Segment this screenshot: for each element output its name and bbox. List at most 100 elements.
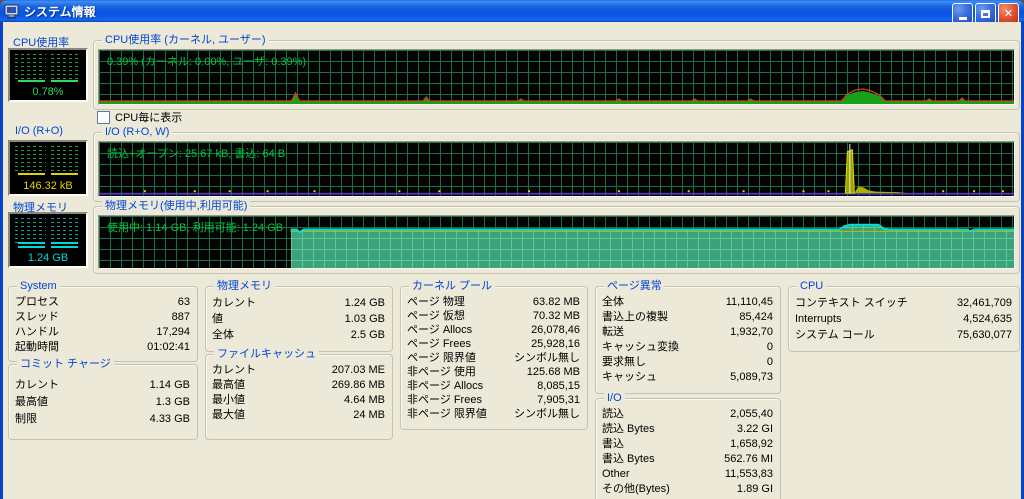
stat-row: 書込 Bytes 562.76 MI [602,452,773,467]
stat-row: 書込上の複製 85,424 [602,310,773,325]
io-stats-rows: 読込 2,055,40 読込 Bytes 3.22 GI 書込 1,658,92 書込 By… [602,407,773,497]
stat-row: 最大値 24 MB [212,408,385,423]
io-history-graph[interactable]: 読込+オープン: 25.67 kB, 書込: 64 B [98,141,1015,197]
system-group: System プロセス 63 スレッド 887 ハンドル 17,294 起動時間 01:02:… [8,280,198,362]
stat-label: 起動時間 [15,341,59,353]
memory-history-graph[interactable]: 使用中: 1.14 GB, 利用可能: 1.24 GB [98,215,1015,269]
stat-label: 全体 [602,296,624,308]
stat-row: 全体 11,110,45 [602,295,773,310]
cpu-graph-title: CPU使用率 (カーネル, ユーザー) [102,34,269,46]
stat-value: 562.76 MI [724,453,773,465]
stat-label: ページ 物理 [407,296,465,308]
io-stats-group: I/O 読込 2,055,40 読込 Bytes 3.22 GI 書込 1,658,92 書… [595,392,781,499]
io-gauge: 146.32 kB [8,140,88,196]
stat-label: 最高値 [15,396,48,408]
cpu-stats-group-title: CPU [797,280,827,292]
stat-row: コンテキスト スイッチ 32,461,709 [795,295,1012,311]
cpu-gauge-value: 0.78% [32,86,64,98]
stat-value: 1,658,92 [730,438,773,450]
show-per-cpu-row: CPU毎に表示 [97,109,182,125]
minimize-button[interactable] [952,3,973,24]
stat-row: 非ページ Frees 7,905,31 [407,393,580,407]
stat-value: 1.14 GB [149,379,190,391]
kernel-pool-rows: ページ 物理 63.82 MB ページ 仮想 70.32 MB ページ Allocs 26… [407,295,580,421]
stat-row: プロセス 63 [15,295,190,310]
stat-label: 転送 [602,326,624,338]
io-stats-group-title: I/O [604,392,625,404]
stat-row: キャッシュ 5,089,73 [602,370,773,385]
stat-label: 最大値 [212,409,245,421]
stat-value: 2,055,40 [730,408,773,420]
client-area: CPU使用率 0.78% CPU使用率 (カーネル, ユーザー) 0.39% (… [3,22,1021,499]
physical-memory-group-title: 物理メモリ [214,280,275,292]
stat-label: 最小値 [212,394,245,406]
stat-value: 01:02:41 [147,341,190,353]
stat-row: 最高値 269.86 MB [212,378,385,393]
stat-label: 非ページ 限界値 [407,408,487,420]
stat-row: Interrupts 4,524,635 [795,311,1012,327]
stat-label: 読込 [602,408,624,420]
memory-graph-title: 物理メモリ(使用中,利用可能) [102,200,251,212]
stat-label: 要求無し [602,356,646,368]
window-title: システム情報 [24,4,96,19]
system-rows: プロセス 63 スレッド 887 ハンドル 17,294 起動時間 01:02:41 [15,295,190,355]
stat-row: ページ Allocs 26,078,46 [407,323,580,337]
stat-row: 最高値 1.3 GB [15,394,190,411]
io-graph-overlay: 読込+オープン: 25.67 kB, 書込: 64 B [107,148,286,160]
memory-gauge-value: 1.24 GB [27,252,69,264]
stat-value: 1.03 GB [344,313,385,325]
stat-value: 8,085,15 [537,380,580,392]
stat-value: 1.24 GB [344,297,385,309]
io-graph-title: I/O (R+O, W) [102,126,173,138]
physical-memory-rows: カレント 1.24 GB 値 1.03 GB 全体 2.5 GB [212,295,385,343]
stat-row: キャッシュ変換 0 [602,340,773,355]
stat-label: 制限 [15,413,37,425]
stat-label: キャッシュ [602,371,657,383]
stat-row: ページ Frees 25,928,16 [407,337,580,351]
io-gauge-bar [18,173,78,175]
stat-value: 1,932,70 [730,326,773,338]
stat-label: ページ 限界値 [407,352,476,364]
cpu-stats-rows: コンテキスト スイッチ 32,461,709 Interrupts 4,524,635… [795,295,1012,343]
stat-row: 読込 Bytes 3.22 GI [602,422,773,437]
stat-row: 非ページ 限界値 シンボル無し [407,407,580,421]
stat-row: 読込 2,055,40 [602,407,773,422]
stat-row: 要求無し 0 [602,355,773,370]
maximize-button[interactable] [975,3,996,24]
cpu-history-graph[interactable]: 0.39% (カーネル: 0.00%, ユーザ: 0.39%) [98,49,1015,105]
commit-charge-rows: カレント 1.14 GB 最高値 1.3 GB 制限 4.33 GB [15,377,190,428]
close-button[interactable]: ✕ [998,3,1019,24]
page-faults-group-title: ページ異常 [604,280,665,292]
stat-value: 63 [177,296,190,308]
stat-label: 書込 [602,438,624,450]
stat-row: ページ 限界値 シンボル無し [407,351,580,365]
system-group-title: System [17,280,60,292]
stat-row: Other 11,553,83 [602,467,773,482]
stat-value: シンボル無し [514,408,580,420]
stat-row: システム コール 75,630,077 [795,327,1012,343]
cpu-graph-overlay: 0.39% (カーネル: 0.00%, ユーザ: 0.39%) [107,56,307,68]
stat-label: Other [602,468,630,480]
stat-label: ページ 仮想 [407,310,465,322]
stat-row: その他(Bytes) 1.89 GI [602,482,773,497]
commit-charge-group-title: コミット チャージ [17,358,114,370]
stat-row: 値 1.03 GB [212,311,385,327]
stat-value: 125.68 MB [526,366,580,378]
stat-value: 26,078,46 [531,324,580,336]
stat-label: カレント [212,364,256,376]
stat-value: 5,089,73 [730,371,773,383]
cpu-graph-box: CPU使用率 (カーネル, ユーザー) 0.39% (カーネル: 0.00%, … [93,34,1020,110]
stat-value: 70.32 MB [532,310,580,322]
stat-label: キャッシュ変換 [602,341,679,353]
stat-value: 75,630,077 [956,329,1012,341]
stat-label: ページ Allocs [407,324,473,336]
kernel-pool-group: カーネル プール ページ 物理 63.82 MB ページ 仮想 70.32 MB ページ… [400,280,588,430]
stat-row: 制限 4.33 GB [15,411,190,428]
stat-label: 書込 Bytes [602,453,655,465]
memory-graph-box: 物理メモリ(使用中,利用可能) 使用中: 1.14 GB, 利用可能: 1.24… [93,200,1020,274]
stat-value: 3.22 GI [736,423,773,435]
stat-value: 4.33 GB [149,413,190,425]
show-per-cpu-checkbox[interactable] [97,110,110,124]
memory-graph-overlay: 使用中: 1.14 GB, 利用可能: 1.24 GB [107,222,284,234]
title-bar[interactable]: システム情報 ✕ [0,0,1024,24]
